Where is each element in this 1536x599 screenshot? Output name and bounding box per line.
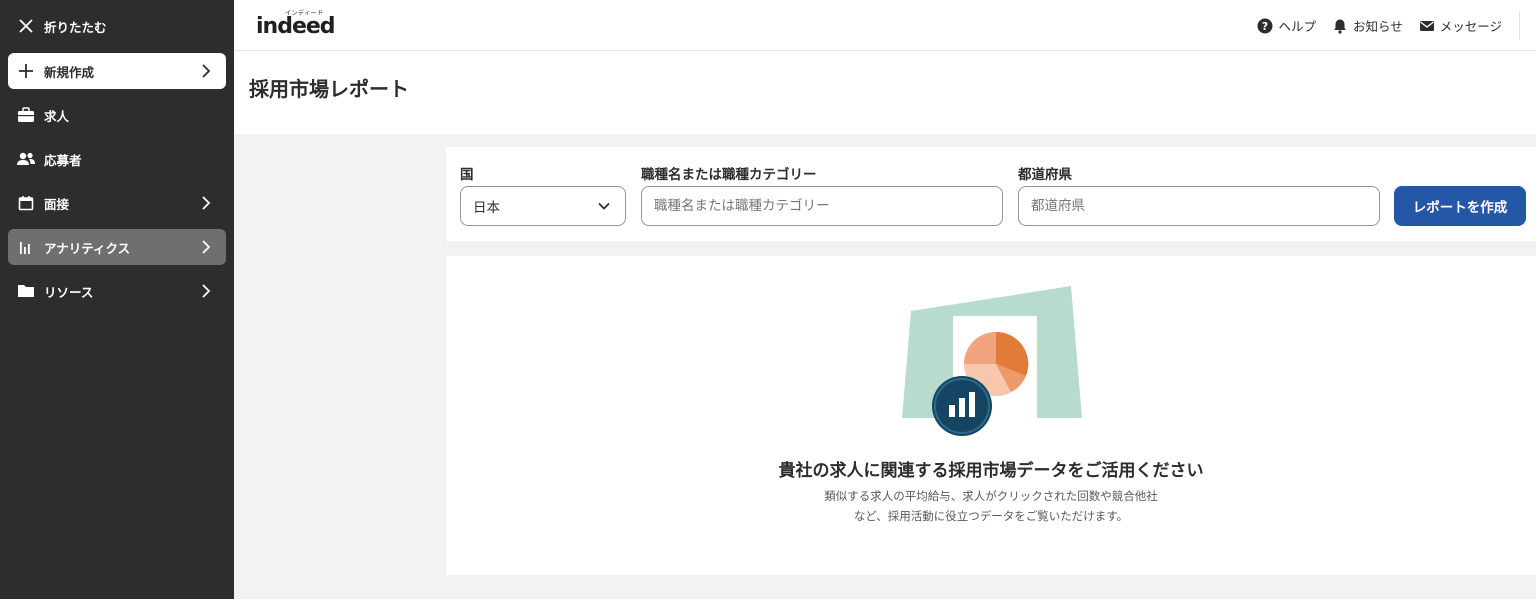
sidebar-item-applicants[interactable]: 応募者 <box>8 141 226 177</box>
report-filter-form: 国 日本 職種名または職種カテゴリー 都道府県 レポートを作成 <box>446 147 1536 241</box>
calendar-icon <box>16 193 36 213</box>
empty-state-desc-line: 類似する求人の平均給与、求人がクリックされた回数や競合他社 <box>824 489 1158 503</box>
title-band: 採用市場レポート <box>234 51 1536 134</box>
messages-link[interactable]: メッセージ <box>1419 16 1502 35</box>
svg-text:?: ? <box>1262 20 1268 33</box>
sidebar-item-label: 面接 <box>44 196 70 212</box>
empty-state-desc-line: など、採用活動に役立つデータをご覧いただけます。 <box>853 509 1129 523</box>
help-link[interactable]: ? ヘルプ <box>1257 16 1316 35</box>
page-title: 採用市場レポート <box>249 77 409 101</box>
sidebar-item-label: リソース <box>44 284 94 300</box>
help-icon: ? <box>1257 18 1273 34</box>
envelope-icon <box>1419 18 1435 34</box>
collapse-button[interactable]: 折りたたむ <box>8 8 226 44</box>
country-select[interactable]: 日本 <box>460 186 626 226</box>
job-field-wrapper <box>641 186 1003 226</box>
country-label: 国 <box>460 167 474 183</box>
sidebar-item-analytics[interactable]: アナリティクス <box>8 229 226 265</box>
new-create-button[interactable]: 新規作成 <box>8 53 226 89</box>
people-icon <box>16 149 36 169</box>
logo-text: indeed <box>256 14 336 39</box>
help-label: ヘルプ <box>1278 19 1316 34</box>
job-label: 職種名または職種カテゴリー <box>641 167 817 183</box>
close-icon <box>16 16 36 36</box>
sidebar-item-label: アナリティクス <box>44 240 131 256</box>
chevron-right-icon <box>198 283 214 299</box>
new-create-label: 新規作成 <box>44 64 95 80</box>
job-title-input[interactable] <box>654 187 1002 225</box>
empty-state-card: 貴社の求人に関連する採用市場データをご活用ください 類似する求人の平均給与、求人… <box>446 256 1536 575</box>
collapse-label: 折りたたむ <box>44 19 107 35</box>
chevron-right-icon <box>198 195 214 211</box>
briefcase-icon <box>16 105 36 125</box>
sidebar-item-label: 求人 <box>44 108 70 124</box>
folder-icon <box>16 281 36 301</box>
chevron-right-icon <box>198 239 214 255</box>
prefecture-input[interactable] <box>1031 187 1379 225</box>
sidebar: 折りたたむ 新規作成 求人 応募者 面接 アナリティクス リソース <box>0 0 234 599</box>
chevron-down-icon <box>597 199 611 213</box>
empty-state-description: 類似する求人の平均給与、求人がクリックされた回数や競合他社 など、採用活動に役立… <box>446 486 1536 526</box>
sidebar-item-label: 応募者 <box>44 152 82 168</box>
country-value: 日本 <box>473 200 500 216</box>
notifications-label: お知らせ <box>1352 19 1403 34</box>
prefecture-label: 都道府県 <box>1018 167 1072 183</box>
bar-chart-icon <box>16 237 36 257</box>
empty-state-title: 貴社の求人に関連する採用市場データをご活用ください <box>778 461 1204 481</box>
notifications-link[interactable]: お知らせ <box>1332 16 1403 35</box>
market-report-illustration <box>901 284 1086 439</box>
chevron-right-icon <box>198 63 214 79</box>
sidebar-item-resources[interactable]: リソース <box>8 273 226 309</box>
create-report-button[interactable]: レポートを作成 <box>1394 186 1526 226</box>
plus-icon <box>16 61 36 81</box>
sidebar-item-jobs[interactable]: 求人 <box>8 97 226 133</box>
prefecture-field-wrapper <box>1018 186 1380 226</box>
header-divider <box>1519 12 1520 40</box>
header-links: ? ヘルプ お知らせ メッセージ <box>1241 16 1502 35</box>
top-header: インディード indeed ? ヘルプ お知らせ メッセージ <box>234 0 1536 51</box>
bell-icon <box>1332 18 1348 34</box>
sidebar-item-interviews[interactable]: 面接 <box>8 185 226 221</box>
messages-label: メッセージ <box>1439 19 1502 34</box>
